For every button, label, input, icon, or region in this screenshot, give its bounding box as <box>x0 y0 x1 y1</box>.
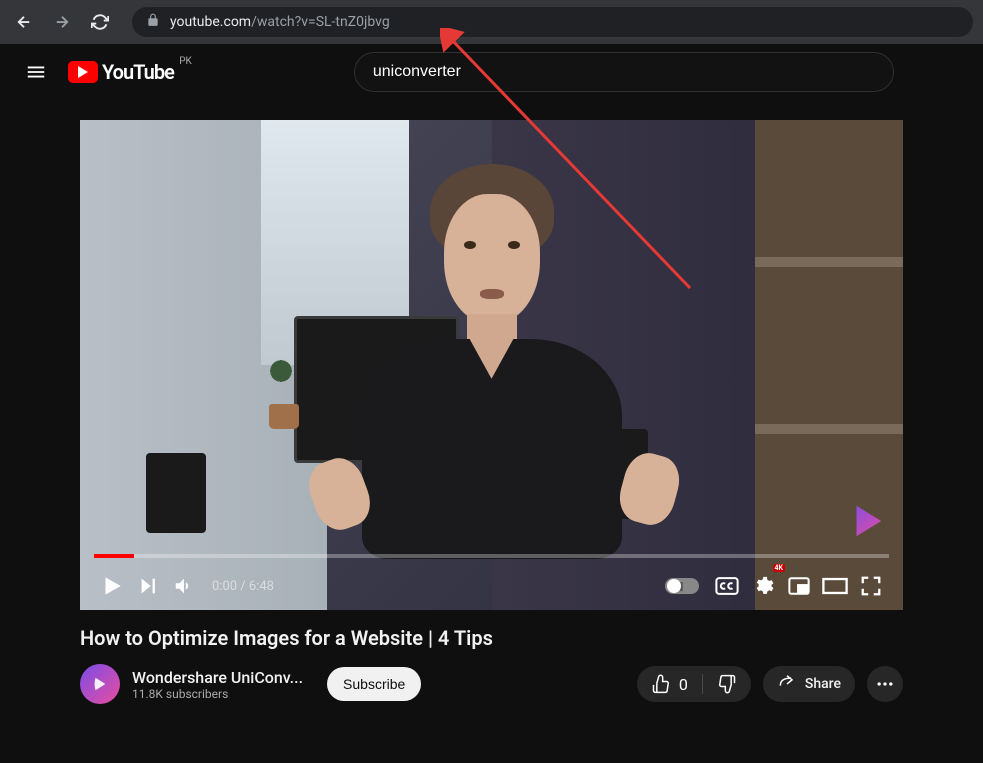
reload-button[interactable] <box>86 8 114 36</box>
dislike-button[interactable] <box>703 674 751 694</box>
youtube-wordmark: YouTube <box>102 60 174 84</box>
video-meta-row: Wondershare UniConv... 11.8K subscribers… <box>80 664 903 704</box>
subscribe-button[interactable]: Subscribe <box>327 667 421 701</box>
volume-button[interactable] <box>166 568 202 604</box>
like-count: 0 <box>679 675 688 694</box>
youtube-play-icon <box>68 61 98 83</box>
video-player[interactable]: 0:00 / 6:48 ❚❚ 4K <box>80 120 903 610</box>
region-code: PK <box>179 56 192 67</box>
settings-button[interactable]: 4K <box>745 568 781 604</box>
forward-button[interactable] <box>48 8 76 36</box>
more-actions-button[interactable] <box>867 666 903 702</box>
search-input[interactable] <box>373 63 875 81</box>
url-text: youtube.com/watch?v=SL-tnZ0jbvg <box>170 14 390 30</box>
browser-toolbar: youtube.com/watch?v=SL-tnZ0jbvg <box>0 0 983 44</box>
address-bar[interactable]: youtube.com/watch?v=SL-tnZ0jbvg <box>132 7 973 37</box>
time-display: 0:00 / 6:48 <box>212 579 274 594</box>
channel-name[interactable]: Wondershare UniConv... <box>132 668 303 687</box>
lock-icon <box>146 13 160 31</box>
share-label: Share <box>805 676 841 692</box>
autoplay-toggle[interactable]: ❚❚ <box>665 578 699 594</box>
subscriber-count: 11.8K subscribers <box>132 687 303 701</box>
youtube-header: YouTube PK <box>0 44 983 100</box>
play-button[interactable] <box>94 568 130 604</box>
next-button[interactable] <box>130 568 166 604</box>
player-controls: 0:00 / 6:48 ❚❚ 4K <box>80 562 903 610</box>
channel-avatar[interactable] <box>80 664 120 704</box>
progress-bar[interactable] <box>94 554 889 558</box>
like-dislike-group: 0 <box>637 666 751 702</box>
menu-button[interactable] <box>16 52 56 92</box>
video-frame <box>80 120 903 610</box>
share-button[interactable]: Share <box>763 666 855 702</box>
captions-button[interactable] <box>709 568 745 604</box>
youtube-logo[interactable]: YouTube PK <box>68 60 174 84</box>
search-box[interactable] <box>354 52 894 92</box>
theater-button[interactable] <box>817 568 853 604</box>
video-title: How to Optimize Images for a Website | 4… <box>80 626 903 650</box>
fullscreen-button[interactable] <box>853 568 889 604</box>
back-button[interactable] <box>10 8 38 36</box>
quality-badge: 4K <box>773 564 785 572</box>
miniplayer-button[interactable] <box>781 568 817 604</box>
like-button[interactable]: 0 <box>637 674 702 694</box>
